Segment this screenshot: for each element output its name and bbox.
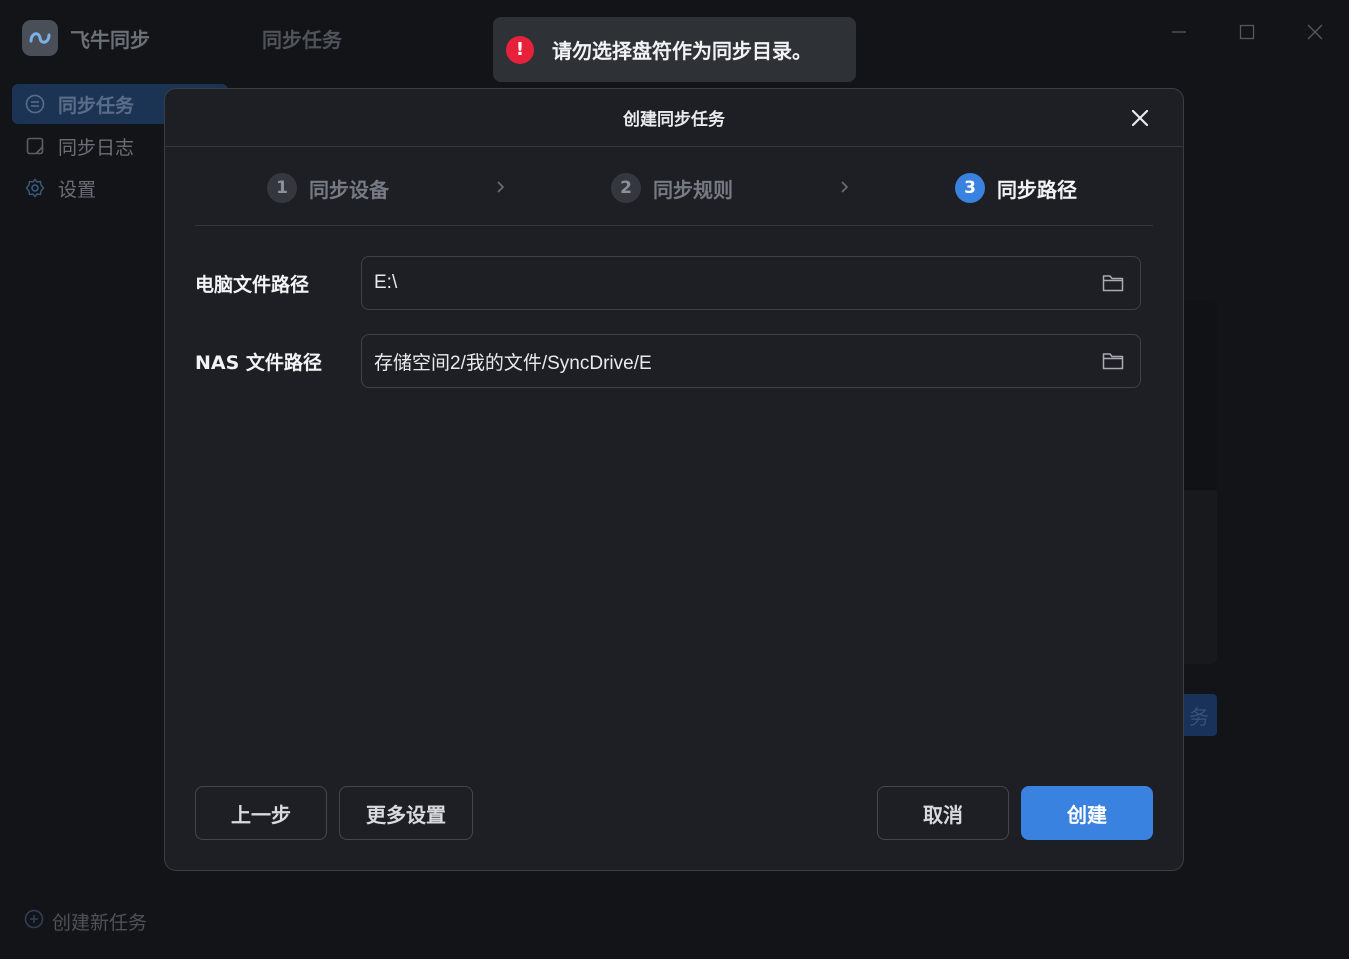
pc-path-row: 电脑文件路径 E:\: [195, 256, 1141, 310]
maximize-button[interactable]: [1213, 0, 1281, 64]
sidebar-item-label: 同步任务: [58, 94, 135, 117]
stepper: 1 同步设备 2 同步规则 3 同步路径: [195, 149, 1153, 226]
dialog-close-button[interactable]: [1127, 105, 1153, 131]
step-label: 同步设备: [309, 177, 389, 202]
gear-icon: [24, 177, 46, 199]
app-title: 飞牛同步: [70, 27, 150, 52]
error-toast: ! 请勿选择盘符作为同步目录。: [493, 17, 856, 82]
app-header: 飞牛同步: [22, 20, 150, 56]
log-icon: [24, 135, 46, 157]
step-number: 1: [267, 173, 297, 203]
create-new-task-button[interactable]: 创建新任务: [24, 908, 147, 935]
nas-path-label: NAS 文件路径: [195, 351, 322, 374]
minimize-button[interactable]: [1145, 0, 1213, 64]
step-number: 2: [611, 173, 641, 203]
chevron-right-icon: [841, 181, 849, 193]
page-title: 同步任务: [262, 28, 342, 52]
step-sync-path: 3 同步路径: [955, 173, 1077, 203]
dialog-title: 创建同步任务: [623, 110, 725, 130]
folder-icon[interactable]: [1102, 350, 1124, 372]
plus-circle-icon: [24, 909, 44, 934]
sync-task-icon: [24, 93, 46, 115]
nas-path-input[interactable]: 存储空间2/我的文件/SyncDrive/E: [361, 334, 1141, 388]
step-number: 3: [955, 173, 985, 203]
cancel-button[interactable]: 取消: [877, 786, 1009, 840]
error-icon: !: [506, 35, 534, 64]
create-button[interactable]: 创建: [1021, 786, 1153, 840]
app-logo-icon: [22, 20, 58, 56]
background-task-panel: [1180, 300, 1217, 664]
pc-path-value: E:\: [374, 272, 398, 293]
create-new-task-label: 创建新任务: [52, 912, 148, 934]
more-settings-button[interactable]: 更多设置: [339, 786, 473, 840]
chevron-right-icon: [497, 181, 505, 193]
prev-step-button[interactable]: 上一步: [195, 786, 327, 840]
sidebar-item-label: 同步日志: [58, 136, 135, 159]
step-sync-rules: 2 同步规则: [611, 173, 733, 203]
close-icon: [1131, 109, 1149, 127]
nas-path-row: NAS 文件路径 存储空间2/我的文件/SyncDrive/E: [195, 334, 1141, 388]
pc-path-label: 电脑文件路径: [195, 273, 310, 296]
step-sync-device: 1 同步设备: [267, 173, 389, 203]
sidebar-item-label: 设置: [58, 178, 97, 201]
dialog-header: 创建同步任务: [165, 89, 1183, 147]
toast-message: 请勿选择盘符作为同步目录。: [552, 39, 812, 63]
step-label: 同步规则: [653, 177, 733, 202]
window-close-icon: [1307, 24, 1323, 40]
folder-icon[interactable]: [1102, 272, 1124, 294]
window-controls: [1145, 0, 1349, 64]
pc-path-input[interactable]: E:\: [361, 256, 1141, 310]
background-new-task-button: 务: [1180, 694, 1217, 736]
step-label: 同步路径: [997, 177, 1077, 202]
window-close-button[interactable]: [1281, 0, 1349, 64]
minimize-icon: [1172, 31, 1186, 33]
maximize-icon: [1239, 24, 1255, 40]
create-sync-task-dialog: 创建同步任务 1 同步设备 2 同步规则 3 同步路径 电脑文件路径 E:\ N…: [164, 88, 1184, 871]
nas-path-value: 存储空间2/我的文件/SyncDrive/E: [374, 352, 652, 374]
